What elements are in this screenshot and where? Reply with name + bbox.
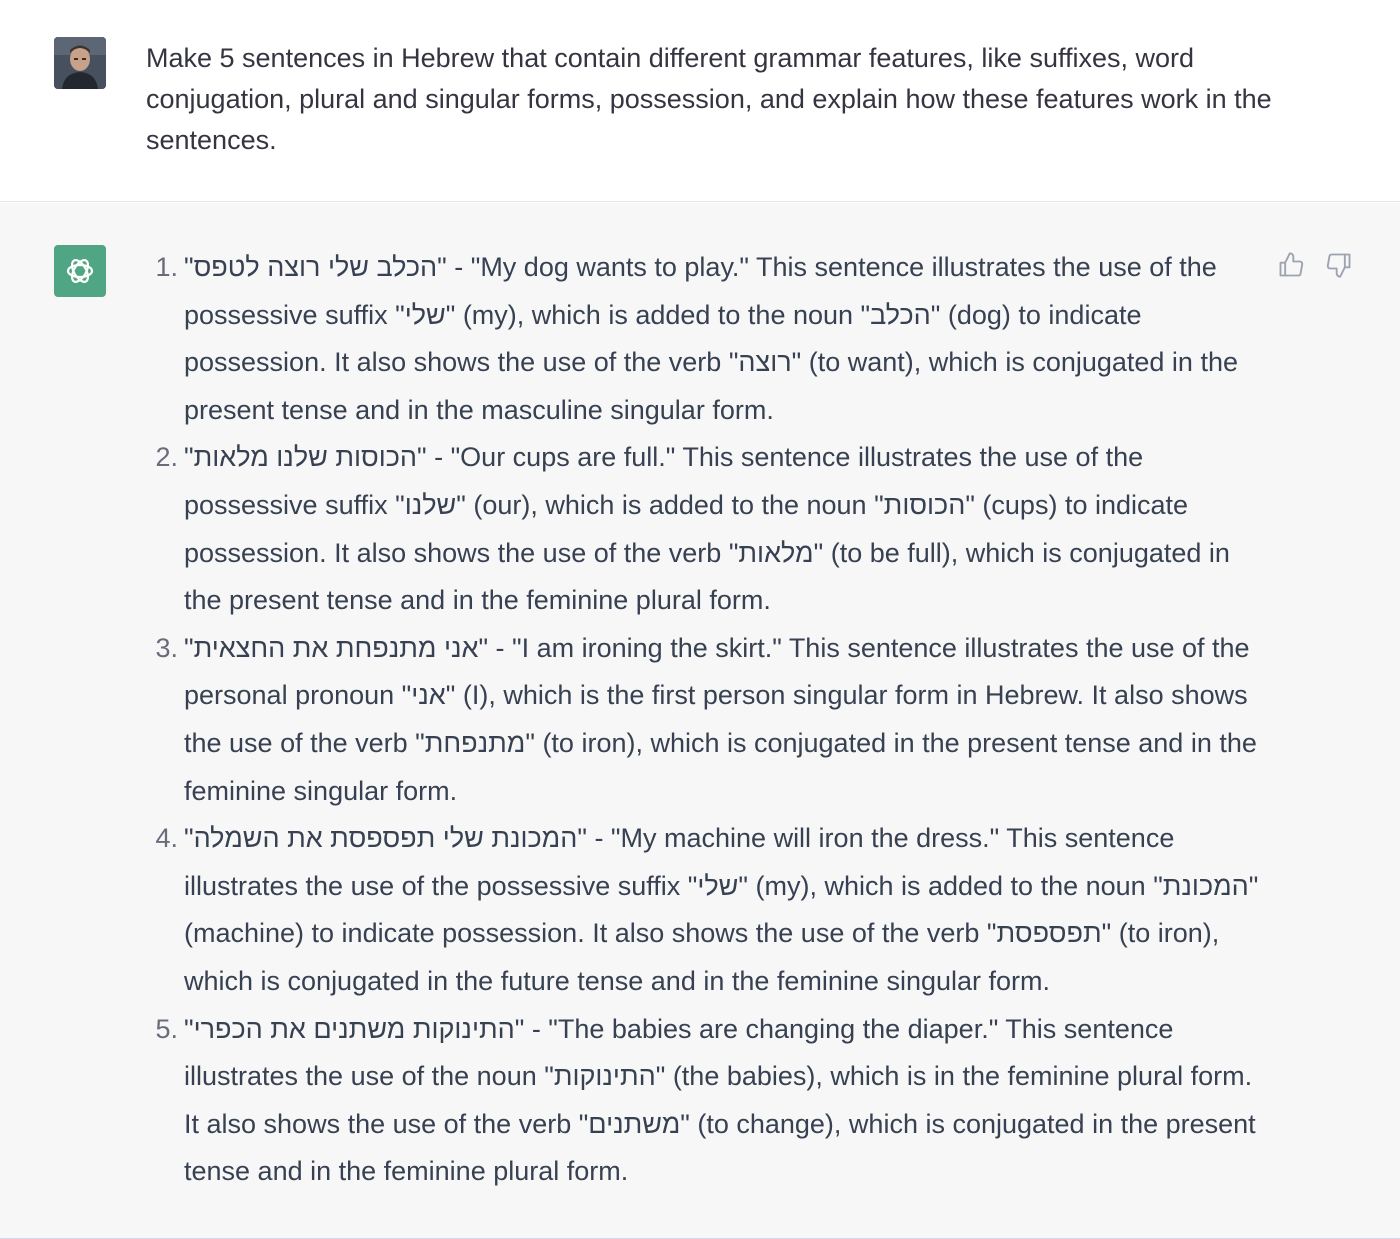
hebrew-word: "מתנפחת" [415, 727, 535, 758]
answer-list: 1. "הכלב שלי רוצה לטפס" - "My dog wants … [155, 244, 1264, 1196]
user-avatar-photo [54, 37, 106, 89]
hebrew-sentence: "התינוקות משתנים את הכפרי" [184, 1013, 525, 1044]
hebrew-sentence: "הכלב שלי רוצה לטפס" [184, 252, 447, 282]
thumbs-up-icon [1279, 252, 1304, 277]
hebrew-word: "תפספסת" [986, 918, 1112, 949]
openai-logo-icon [66, 259, 94, 283]
assistant-message: 1. "הכלב שלי רוצה לטפס" - "My dog wants … [0, 203, 1400, 1239]
list-item: 2. "הכוסות שלנו מלאות" - "Our cups are f… [155, 434, 1264, 624]
user-message: Make 5 sentences in Hebrew that contain … [0, 0, 1400, 202]
thumbs-down-button[interactable] [1323, 249, 1355, 281]
list-number: 4. [155, 823, 178, 854]
hebrew-sentence: "המכונת שלי תפספסת את השמלה" [184, 823, 587, 854]
hebrew-word: "שלי" [687, 870, 748, 901]
hebrew-word: "המכונת" [1153, 870, 1259, 901]
list-item: 4. "המכונת שלי תפספסת את השמלה" - "My ma… [155, 815, 1264, 1005]
user-prompt-text: Make 5 sentences in Hebrew that contain … [146, 43, 1272, 155]
hebrew-word: "הכוסות" [874, 489, 975, 520]
hebrew-word: "אני" [401, 680, 456, 711]
hebrew-sentence: "אני מתנפחת את החצאית" [184, 632, 489, 663]
list-number: 3. [155, 632, 178, 663]
thumbs-down-icon [1326, 253, 1351, 278]
hebrew-sentence: "הכוסות שלנו מלאות" [184, 442, 427, 473]
hebrew-word: "שלנו" [395, 489, 466, 520]
hebrew-word: "רוצה" [728, 347, 802, 378]
hebrew-word: "משתנים" [578, 1108, 690, 1139]
hebrew-word: "הכלב" [860, 299, 941, 330]
list-number: 5. [155, 1013, 178, 1044]
explanation-text: (our), which is added to the noun [465, 489, 875, 520]
list-item: 5. "התינוקות משתנים את הכפרי" - "The bab… [155, 1006, 1264, 1196]
list-item: 3. "אני מתנפחת את החצאית" - "I am ironin… [155, 625, 1264, 815]
list-number: 2. [155, 442, 178, 473]
user-avatar [54, 37, 106, 89]
explanation-text: (machine) to indicate possession. It als… [184, 918, 987, 949]
thumbs-up-button[interactable] [1275, 249, 1307, 281]
assistant-avatar [54, 245, 106, 297]
list-number: 1. [155, 252, 178, 282]
explanation-text: (my), which is added to the noun [455, 299, 861, 330]
hebrew-word: "שלי" [395, 299, 456, 330]
list-item: 1. "הכלב שלי רוצה לטפס" - "My dog wants … [155, 244, 1264, 434]
hebrew-word: "התינוקות" [544, 1061, 666, 1092]
explanation-text: (my), which is added to the noun [747, 870, 1154, 901]
hebrew-word: "מלאות" [728, 537, 824, 568]
